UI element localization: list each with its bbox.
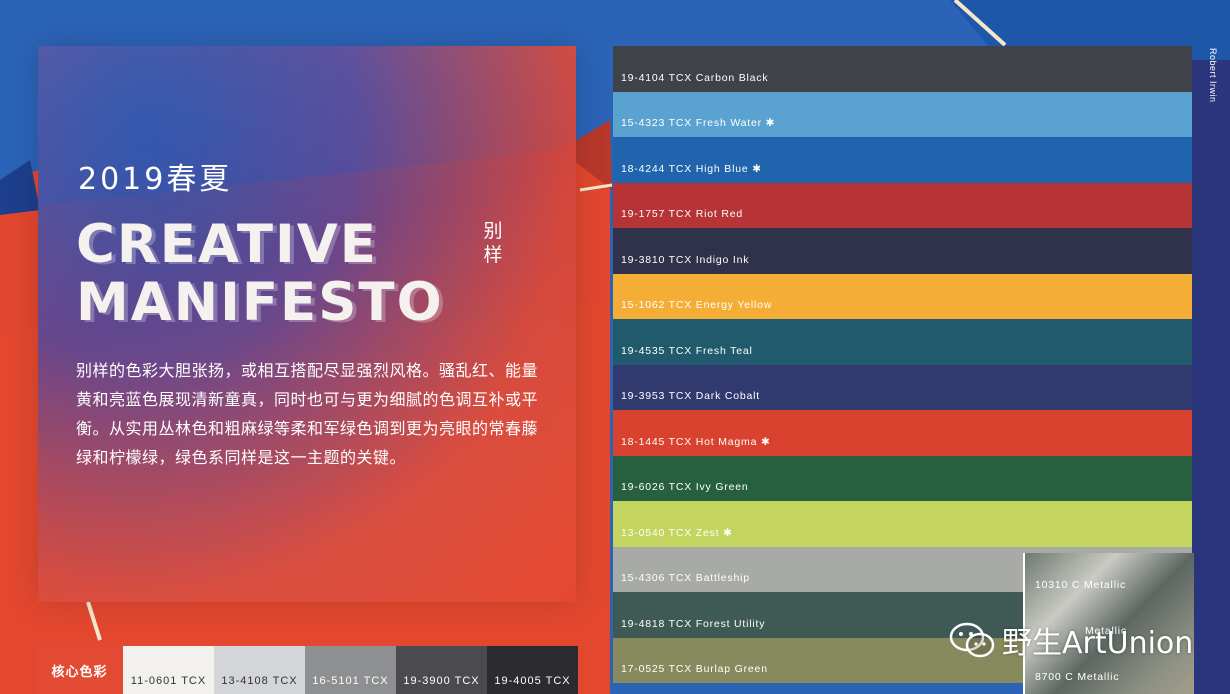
side-label-2: 样 [483,245,503,266]
swatch-row: 15-1062 TCX Energy Yellow [613,273,1192,319]
swatch-row: 19-3810 TCX Indigo Ink [613,228,1192,274]
swatch-label: 13-0540 TCX Zest ✱ [621,526,733,539]
swatch-label: 19-1757 TCX Riot Red [621,208,744,220]
core-chip: 11-0601 TCX [123,646,214,694]
core-palette: 核心色彩 11-0601 TCX 13-4108 TCX 16-5101 TCX 19… [36,646,578,694]
headline-line-1: CREATIVE [76,214,378,275]
swatch-label: 17-0525 TCX Burlap Green [621,663,768,675]
swatch-label: 19-4535 TCX Fresh Teal [621,344,753,357]
side-label: 别 样 [482,220,504,268]
core-palette-label: 核心色彩 [36,646,123,694]
headline-line-2: MANIFESTO [76,272,444,333]
swatch-label: 15-4306 TCX Battleship [621,572,750,584]
swatch-row: 18-1445 TCX Hot Magma ✱ [613,410,1192,456]
swatch-row: 19-4104 TCX Carbon Black [613,46,1192,92]
watermark: 野生ArtUnion [948,618,1193,662]
core-chip: 13-4108 TCX [214,646,305,694]
watermark-text: 野生ArtUnion [1002,626,1194,661]
swatch-label: 19-3953 TCX Dark Cobalt [621,390,761,402]
swatch-row: 19-3953 TCX Dark Cobalt [613,364,1192,410]
side-label-1: 别 [483,221,503,242]
swatch-row: 15-4323 TCX Fresh Water ✱ [613,91,1192,137]
swatch-row: 18-4244 TCX High Blue ✱ [613,137,1192,183]
swatch-label: 19-4818 TCX Forest Utility [621,617,766,630]
hero-card: 2019春夏 CREATIVE MANIFESTO 别 样 别样的色彩大胆张扬，… [38,46,576,602]
swatch-label: 15-1062 TCX Energy Yellow [621,299,773,311]
core-chip: 19-4005 TCX [487,646,578,694]
metallic-top-label: 10310 C Metallic [1035,579,1127,591]
swatch-row: 13-0540 TCX Zest ✱ [613,501,1192,547]
season-title: 2019春夏 [78,162,233,197]
author-credit: Robert Irwin [1208,48,1218,103]
swatch-label: 15-4323 TCX Fresh Water ✱ [621,117,776,129]
swatch-list: 19-4104 TCX Carbon Black 15-4323 TCX Fres… [613,46,1194,694]
swatch-label: 19-4104 TCX Carbon Black [621,71,769,84]
swatch-row: 19-4535 TCX Fresh Teal [613,319,1192,365]
swatch-label: 18-4244 TCX High Blue ✱ [621,162,762,175]
swatch-label: 19-6026 TCX Ivy Green [621,481,749,493]
hero-description: 别样的色彩大胆张扬，或相互搭配尽显强烈风格。骚乱红、能量黄和亮蓝色展现清新童真，… [76,361,539,467]
headline: CREATIVE MANIFESTO [76,216,444,332]
core-chip: 16-5101 TCX [305,646,396,694]
swatch-label: 19-3810 TCX Indigo Ink [621,253,750,266]
wechat-icon [949,622,995,658]
swatch-row: 19-1757 TCX Riot Red [613,182,1192,228]
swatch-label: 18-1445 TCX Hot Magma ✱ [621,435,771,448]
metallic-bottom-label: 8700 C Metallic [1035,671,1120,683]
core-chip: 19-3900 TCX [396,646,487,694]
swatch-row: 19-6026 TCX Ivy Green [613,455,1192,501]
